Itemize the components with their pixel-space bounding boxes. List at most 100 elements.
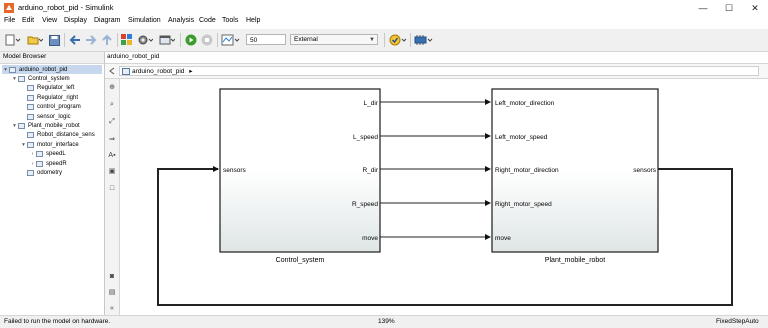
back-arrow-icon[interactable]: [68, 33, 82, 47]
toolbar-separator: [64, 33, 65, 47]
new-model-icon[interactable]: [4, 33, 22, 47]
save-icon[interactable]: [48, 33, 60, 47]
tree-expander-icon[interactable]: ▾: [2, 67, 9, 73]
menu-help[interactable]: Help: [246, 17, 260, 24]
status-bar: Failed to run the model on hardware. 139…: [0, 315, 768, 328]
menu-display[interactable]: Display: [64, 17, 87, 24]
tree-item[interactable]: ▾ arduino_robot_pid: [2, 65, 102, 74]
tree-item[interactable]: Robot_distance_sens: [20, 131, 102, 140]
toolbar: 50 External ▼: [0, 29, 768, 52]
tree-item-label: Regulator_right: [37, 94, 79, 101]
minimize-button[interactable]: —: [690, 0, 716, 16]
simulation-mode-select[interactable]: External ▼: [290, 34, 378, 45]
tree-item[interactable]: Regulator_right: [20, 93, 102, 102]
tree-item-label: odometry: [37, 169, 63, 176]
screenshot-icon[interactable]: ◙: [107, 271, 117, 281]
tree-expander-icon[interactable]: ▾: [11, 123, 18, 129]
tree-item[interactable]: › speedL: [29, 150, 102, 159]
breadcrumb-model[interactable]: arduino_robot_pid: [132, 68, 184, 75]
open-folder-icon[interactable]: [26, 33, 44, 47]
plant-input-port-left-motor-direction: Left_motor_direction: [495, 100, 555, 107]
tree-item-label: Regulator_left: [37, 85, 75, 92]
subsystem-icon: [9, 66, 16, 73]
tree-item[interactable]: odometry: [20, 168, 102, 177]
hide-browser-icon[interactable]: [108, 67, 117, 75]
tree-expander-icon[interactable]: ›: [29, 161, 36, 167]
menu-code[interactable]: Code: [199, 17, 216, 24]
status-message: Failed to run the model on hardware.: [4, 318, 111, 325]
explorer-bar-icon[interactable]: ▤: [107, 287, 117, 297]
tree-item-label: sensor_logic: [37, 113, 71, 120]
breadcrumb: arduino_robot_pid ▸: [119, 66, 759, 76]
subsystem-icon: [27, 85, 34, 92]
tree-item-label: Plant_mobile_robot: [28, 122, 80, 129]
run-icon[interactable]: [184, 33, 198, 47]
menu-bar: File Edit View Display Diagram Simulatio…: [0, 16, 768, 28]
plant-mobile-robot-label[interactable]: Plant_mobile_robot: [545, 257, 605, 264]
menu-analysis[interactable]: Analysis: [168, 17, 194, 24]
forward-arrow-icon[interactable]: [84, 33, 98, 47]
subsystem-icon: [27, 113, 34, 120]
toolbar-separator: [384, 33, 385, 47]
model-advisor-check-icon[interactable]: [388, 33, 408, 47]
fit-to-view-icon[interactable]: ⤢: [107, 117, 117, 127]
tree-expander-icon[interactable]: ▾: [20, 142, 27, 148]
menu-tools[interactable]: Tools: [222, 17, 238, 24]
tree-item[interactable]: › speedR: [29, 159, 102, 168]
collapse-palette-icon[interactable]: «: [107, 303, 117, 313]
stop-time-input[interactable]: 50: [246, 34, 286, 45]
toolbar-separator: [410, 33, 411, 47]
model-icon: [122, 68, 130, 75]
annotation-icon[interactable]: A▪: [107, 150, 117, 160]
tree-item[interactable]: Regulator_left: [20, 84, 102, 93]
menu-view[interactable]: View: [42, 17, 57, 24]
control-input-port-sensors: sensors: [223, 167, 247, 174]
window-title: arduino_robot_pid - Simulink: [18, 3, 114, 12]
title-bar: arduino_robot_pid - Simulink — ☐ ✕: [0, 0, 768, 16]
menu-file[interactable]: File: [4, 17, 15, 24]
zoom-level: 139%: [378, 318, 395, 325]
image-icon[interactable]: ▣: [107, 166, 117, 176]
model-tab[interactable]: arduino_robot_pid: [107, 53, 159, 60]
up-to-parent-icon[interactable]: [100, 33, 114, 47]
library-browser-icon[interactable]: [120, 33, 134, 47]
tree-item[interactable]: ▾ motor_interface: [20, 140, 102, 149]
tree-item[interactable]: control_program: [20, 103, 102, 112]
tree-item-label: Control_system: [28, 75, 70, 82]
zoom-in-icon[interactable]: ⊕: [107, 82, 117, 92]
scope-data-inspector-icon[interactable]: [220, 33, 242, 47]
stop-icon[interactable]: [200, 33, 214, 47]
subsystem-icon: [18, 75, 25, 82]
tree-item-label: speedR: [46, 160, 67, 167]
control-output-port-r-speed: R_speed: [352, 201, 378, 208]
model-tab-strip: arduino_robot_pid: [105, 52, 768, 64]
subsystem-icon: [27, 169, 34, 176]
tree-expander-icon[interactable]: ▾: [11, 76, 18, 82]
arrow-right-icon[interactable]: ⇒: [107, 134, 117, 144]
menu-simulation[interactable]: Simulation: [128, 17, 161, 24]
diagram-canvas[interactable]: sensors L_dir L_speed R_dir R_speed move…: [120, 79, 768, 315]
tree-item[interactable]: sensor_logic: [20, 112, 102, 121]
address-bar: arduino_robot_pid ▸: [105, 64, 768, 79]
tree-item[interactable]: ▾ Control_system: [11, 74, 102, 83]
control-system-label[interactable]: Control_system: [276, 257, 325, 264]
solver-name: FixedStepAuto: [716, 318, 759, 325]
model-explorer-icon[interactable]: [158, 33, 176, 47]
tree-item[interactable]: ▾ Plant_mobile_robot: [11, 121, 102, 130]
subsystem-icon: [18, 122, 25, 129]
control-output-port-l-speed: L_speed: [353, 134, 378, 141]
zoom-icon[interactable]: ⌕: [107, 100, 117, 110]
menu-diagram[interactable]: Diagram: [94, 17, 120, 24]
toolbar-separator: [180, 33, 181, 47]
tree-expander-icon[interactable]: ›: [29, 151, 36, 157]
maximize-button[interactable]: ☐: [716, 0, 742, 16]
subsystem-icon: [27, 132, 34, 139]
plant-input-port-right-motor-speed: Right_motor_speed: [495, 201, 552, 208]
breadcrumb-arrow-icon[interactable]: ▸: [189, 68, 192, 75]
block-diagram: sensors L_dir L_speed R_dir R_speed move…: [157, 88, 733, 306]
deploy-to-hardware-icon[interactable]: [413, 33, 435, 47]
menu-edit[interactable]: Edit: [22, 17, 34, 24]
close-button[interactable]: ✕: [742, 0, 768, 16]
area-box-icon[interactable]: □: [107, 183, 117, 193]
model-config-gear-icon[interactable]: [136, 33, 154, 47]
